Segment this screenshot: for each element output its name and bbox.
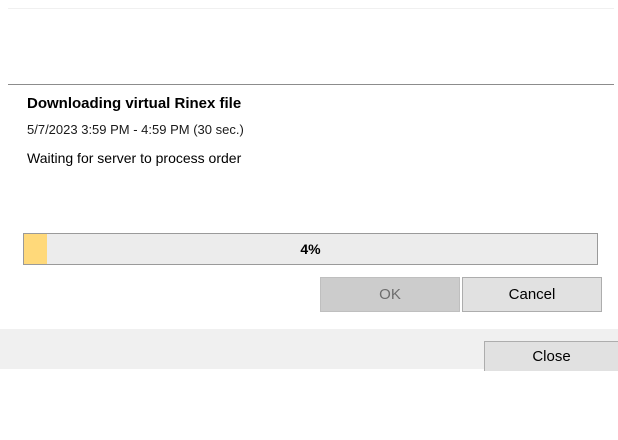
cancel-button[interactable]: Cancel — [462, 277, 602, 312]
download-dialog: Downloading virtual Rinex file 5/7/2023 … — [8, 84, 614, 330]
screen: Downloading virtual Rinex file 5/7/2023 … — [0, 0, 618, 440]
ok-button[interactable]: OK — [320, 277, 460, 312]
dialog-title: Downloading virtual Rinex file — [27, 95, 242, 112]
time-range-text: 5/7/2023 3:59 PM - 4:59 PM (30 sec.) — [27, 122, 244, 137]
status-text: Waiting for server to process order — [27, 150, 242, 166]
progress-label: 4% — [300, 241, 321, 257]
footer-bar: Close — [0, 329, 618, 371]
progress-bar: 4% — [23, 233, 598, 265]
top-blank-area — [8, 8, 614, 86]
close-button[interactable]: Close — [484, 341, 618, 371]
